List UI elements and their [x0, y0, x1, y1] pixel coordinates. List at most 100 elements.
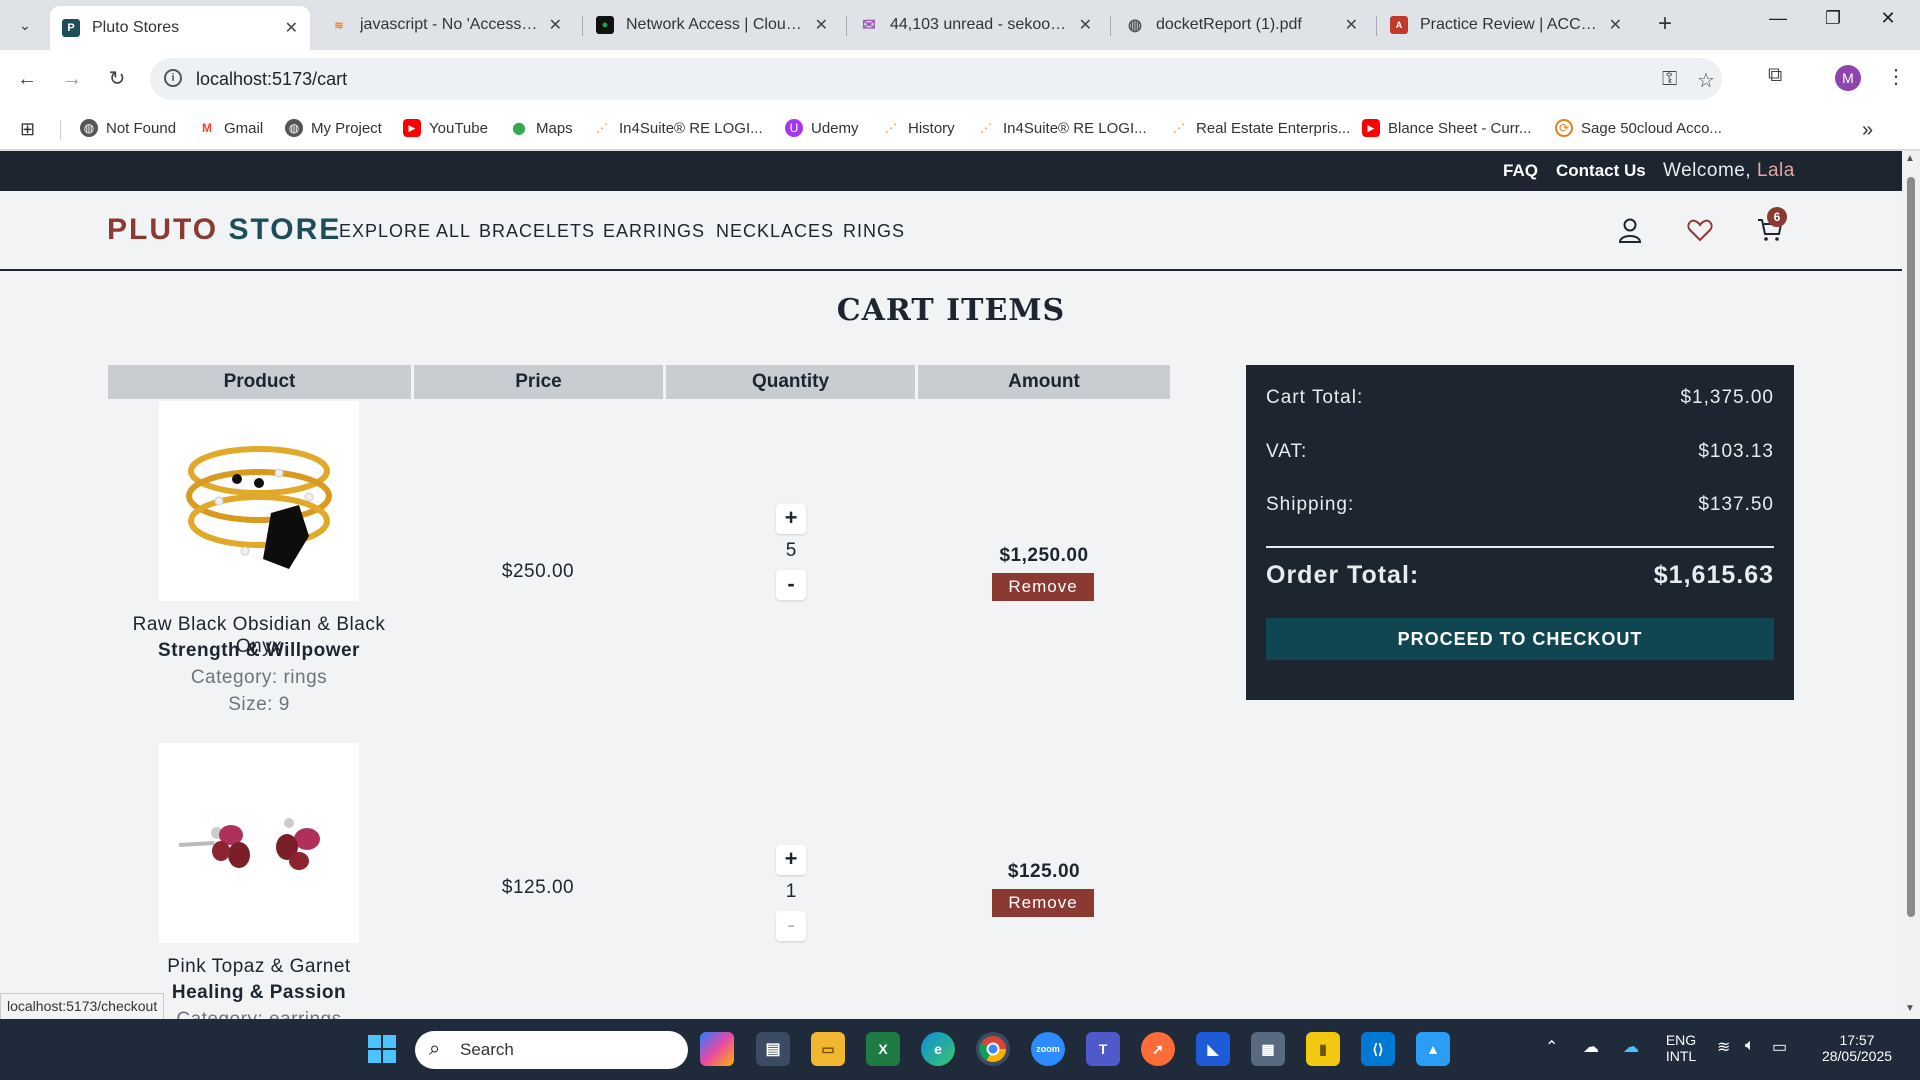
profile-avatar[interactable]: M: [1835, 65, 1861, 91]
tab-acca[interactable]: A Practice Review | ACCA Stu ✕: [1378, 6, 1634, 44]
nav-explore-all[interactable]: EXPLORE ALL: [339, 221, 471, 242]
draw-io-icon[interactable]: ◣: [1196, 1032, 1230, 1066]
reload-icon[interactable]: ↻: [102, 64, 132, 94]
nav-rings[interactable]: RINGS: [843, 221, 905, 242]
tab-separator: [846, 16, 847, 36]
bookmark-in4suite-1[interactable]: ⋰ In4Suite® RE LOGI...: [593, 119, 763, 137]
product-image-topaz-earrings[interactable]: [159, 743, 359, 943]
volume-icon[interactable]: 🔈︎: [1745, 1037, 1755, 1055]
onedrive-business-icon[interactable]: ☁: [1623, 1037, 1639, 1057]
site-info-icon[interactable]: i: [164, 69, 182, 87]
restore-icon[interactable]: ❐: [1810, 8, 1856, 29]
language-indicator[interactable]: ENG INTL: [1660, 1032, 1702, 1064]
password-key-icon[interactable]: ⚿: [1662, 68, 1677, 91]
nav-necklaces[interactable]: NECKLACES: [716, 221, 834, 242]
tab-title: Pluto Stores: [92, 19, 180, 36]
nav-earrings[interactable]: EARRINGS: [603, 221, 705, 242]
nav-bracelets[interactable]: BRACELETS: [479, 221, 595, 242]
tab-docket-report[interactable]: ◍ docketReport (1).pdf ✕: [1114, 6, 1370, 44]
onedrive-icon[interactable]: ☁: [1583, 1037, 1599, 1057]
apps-grid-icon[interactable]: ⊞: [20, 119, 35, 140]
url-text[interactable]: localhost:5173/cart: [196, 69, 347, 90]
tab-pluto-stores[interactable]: P Pluto Stores ✕: [50, 6, 310, 50]
extensions-icon[interactable]: ⧉: [1768, 64, 1782, 87]
product-price: $250.00: [501, 561, 575, 582]
edge-icon[interactable]: e: [921, 1032, 955, 1066]
remove-button[interactable]: Remove: [992, 889, 1094, 917]
bookmark-gmail[interactable]: M Gmail: [198, 119, 263, 137]
teams-icon[interactable]: T: [1086, 1032, 1120, 1066]
forward-arrow-icon[interactable]: →: [57, 64, 87, 94]
excel-icon[interactable]: X: [866, 1032, 900, 1066]
vscode-icon[interactable]: ⟨⟩: [1361, 1032, 1395, 1066]
calculator-icon[interactable]: ▦: [1251, 1032, 1285, 1066]
quantity-decrease-button[interactable]: -: [776, 570, 806, 600]
bookmark-maps[interactable]: ⬤ Maps: [510, 119, 572, 137]
battery-icon[interactable]: ▭: [1772, 1037, 1787, 1057]
faq-link[interactable]: FAQ: [1503, 161, 1538, 181]
tab-mongodb[interactable]: ● Network Access | Cloud: M ✕: [584, 6, 840, 44]
tab-search-chevron-icon[interactable]: ⌄: [10, 10, 40, 40]
bookmark-my-project[interactable]: ◍ My Project: [285, 119, 382, 137]
close-icon[interactable]: ✕: [1079, 15, 1092, 35]
close-icon[interactable]: ✕: [1609, 15, 1622, 35]
back-arrow-icon[interactable]: ←: [12, 64, 42, 94]
scroll-up-arrow-icon[interactable]: ▲: [1905, 153, 1915, 164]
site-logo[interactable]: PLUTO STORE: [107, 213, 341, 247]
more-bookmarks-icon[interactable]: »: [1862, 119, 1873, 142]
clock[interactable]: 17:57 28/05/2025: [1812, 1032, 1902, 1064]
remove-button[interactable]: Remove: [992, 573, 1094, 601]
bookmark-real-estate[interactable]: ⋰ Real Estate Enterpris...: [1170, 119, 1350, 137]
window-close-icon[interactable]: ✕: [1865, 8, 1911, 29]
bookmark-sage[interactable]: ⟳ Sage 50cloud Acco...: [1555, 119, 1722, 137]
scroll-thumb[interactable]: [1907, 177, 1915, 917]
quantity-increase-button[interactable]: +: [776, 845, 806, 875]
postman-icon[interactable]: ➚: [1141, 1032, 1175, 1066]
bookmark-balance-sheet[interactable]: ▶ Blance Sheet - Curr...: [1362, 119, 1531, 137]
close-icon[interactable]: ✕: [549, 15, 562, 35]
quantity-increase-button[interactable]: +: [776, 504, 806, 534]
file-explorer-icon[interactable]: ▭: [811, 1032, 845, 1066]
bookmark-not-found[interactable]: ◍ Not Found: [80, 119, 176, 137]
bookmark-in4suite-2[interactable]: ⋰ In4Suite® RE LOGI...: [977, 119, 1147, 137]
clock-date: 28/05/2025: [1821, 1048, 1893, 1064]
bookmark-star-icon[interactable]: ☆: [1697, 68, 1715, 93]
copilot-icon[interactable]: [700, 1032, 734, 1066]
scroll-down-arrow-icon[interactable]: ▼: [1905, 1003, 1915, 1014]
page-scrollbar[interactable]: ▲ ▼: [1902, 151, 1920, 1019]
product-image-obsidian-ring[interactable]: [159, 401, 359, 601]
close-icon[interactable]: ✕: [815, 15, 828, 35]
show-hidden-icons-chevron-icon[interactable]: ⌃: [1545, 1037, 1558, 1057]
cart-total-label: Cart Total:: [1266, 387, 1364, 408]
wishlist-heart-icon[interactable]: [1685, 215, 1715, 245]
keyboard-layout: INTL: [1665, 1048, 1697, 1064]
product-name[interactable]: Pink Topaz & Garnet: [109, 956, 409, 978]
tab-mail[interactable]: ✉ 44,103 unread - sekooniolu ✕: [848, 6, 1104, 44]
user-name[interactable]: Lala: [1757, 160, 1795, 181]
close-icon[interactable]: ✕: [285, 18, 298, 38]
contact-us-link[interactable]: Contact Us: [1556, 161, 1646, 181]
minimize-icon[interactable]: —: [1755, 8, 1801, 29]
user-icon[interactable]: [1615, 215, 1645, 245]
shipping-label: Shipping:: [1266, 494, 1355, 515]
remote-desktop-icon[interactable]: ▤: [756, 1032, 790, 1066]
wifi-icon[interactable]: ≋: [1717, 1037, 1730, 1057]
proceed-to-checkout-button[interactable]: PROCEED TO CHECKOUT: [1266, 618, 1774, 660]
product-size: Size: 9: [228, 694, 290, 715]
photos-icon[interactable]: ▲: [1416, 1032, 1450, 1066]
new-tab-button[interactable]: +: [1650, 10, 1680, 38]
header-amount: Amount: [918, 365, 1170, 399]
windows-start-icon[interactable]: [365, 1032, 399, 1066]
bookmark-history[interactable]: ⋰ History: [882, 119, 955, 137]
address-bar[interactable]: i localhost:5173/cart ⚿ ☆: [150, 58, 1722, 100]
taskbar-search-box[interactable]: ⌕ Search: [415, 1031, 688, 1069]
close-icon[interactable]: ✕: [1345, 15, 1358, 35]
tab-stackoverflow[interactable]: ≋ javascript - No 'Access-Cor ✕: [318, 6, 574, 44]
bookmark-youtube[interactable]: ▶ YouTube: [403, 119, 488, 137]
zoom-icon[interactable]: zoom: [1031, 1032, 1065, 1066]
chrome-icon[interactable]: [976, 1032, 1010, 1066]
power-bi-icon[interactable]: ▮: [1306, 1032, 1340, 1066]
more-menu-icon[interactable]: ⋮: [1886, 64, 1906, 89]
quantity-decrease-button[interactable]: -: [776, 911, 806, 941]
bookmark-udemy[interactable]: U Udemy: [785, 119, 859, 137]
